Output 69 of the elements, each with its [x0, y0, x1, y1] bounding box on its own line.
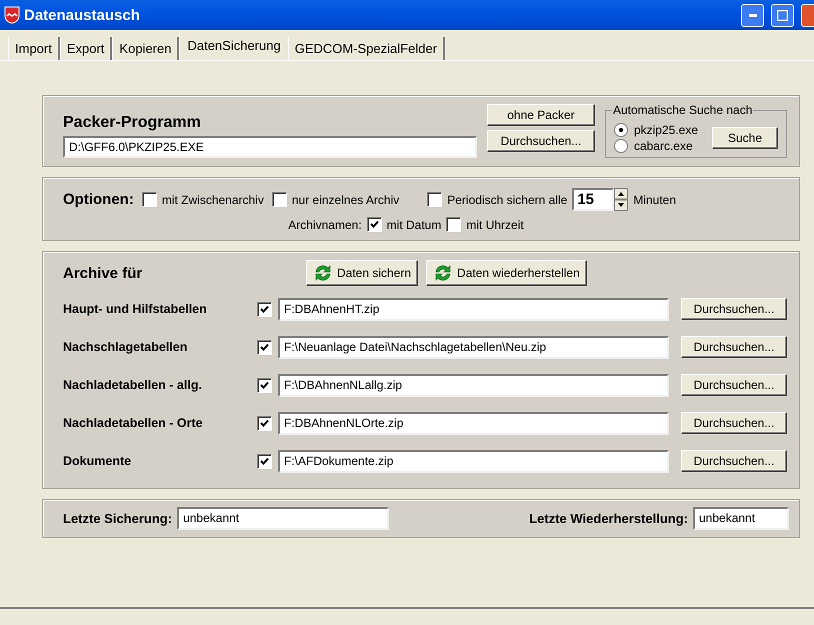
browse-button[interactable]: Durchsuchen...: [681, 374, 787, 396]
checkbox[interactable]: [257, 454, 272, 468]
browse-button[interactable]: Durchsuchen...: [681, 450, 787, 472]
archive-path-field[interactable]: F:\DBAhnenNLallg.zip: [278, 374, 669, 396]
browse-button[interactable]: Durchsuchen...: [681, 336, 787, 358]
refresh-icon: [313, 264, 333, 282]
checkmark-icon: [260, 380, 269, 390]
action-button[interactable]: Daten wiederherstellen: [426, 260, 587, 286]
group-label: Automatische Suche nach: [612, 103, 754, 117]
tab[interactable]: GEDCOM-SpezialFelder: [288, 37, 446, 60]
status-label: Letzte Sicherung:: [63, 511, 172, 526]
unit-label: Minuten: [633, 192, 676, 206]
options-label: Optionen:: [63, 191, 134, 208]
tab[interactable]: Import: [8, 37, 60, 60]
minimize-button[interactable]: [741, 4, 764, 26]
checkmark-icon: [370, 220, 379, 229]
checkbox[interactable]: [427, 192, 442, 207]
packer-button[interactable]: Durchsuchen...: [486, 130, 595, 152]
checkbox[interactable]: [257, 378, 272, 392]
minimize-icon: [748, 14, 756, 16]
checkbox[interactable]: [257, 302, 272, 316]
checkbox[interactable]: [366, 217, 382, 232]
search-button[interactable]: Suche: [712, 127, 778, 149]
checkbox[interactable]: [257, 416, 272, 430]
radio-button[interactable]: [614, 139, 628, 153]
packer-path-field[interactable]: D:\GFF6.0\PKZIP25.EXE: [63, 136, 477, 158]
section-title: Packer-Programm: [63, 114, 202, 132]
checkbox-label: Periodisch sichern alle: [447, 192, 568, 206]
action-button[interactable]: Daten sichern: [306, 260, 418, 286]
interval-field[interactable]: 15: [572, 188, 614, 211]
archive-path-field[interactable]: F:DBAhnenNLOrte.zip: [278, 412, 669, 434]
checkbox[interactable]: [272, 192, 287, 207]
browse-button[interactable]: Durchsuchen...: [681, 298, 787, 320]
archive-label: Nachschlagetabellen: [63, 340, 188, 354]
checkmark-icon: [260, 304, 269, 314]
status-label: Letzte Wiederherstellung:: [529, 511, 688, 526]
browse-button[interactable]: Durchsuchen...: [681, 412, 787, 434]
checkmark-icon: [260, 342, 269, 352]
tab[interactable]: Export: [60, 37, 112, 60]
shield-icon: [4, 6, 20, 24]
archive-path-field[interactable]: F:\AFDokumente.zip: [278, 450, 669, 472]
maximize-button[interactable]: [771, 4, 794, 26]
refresh-icon: [433, 264, 454, 282]
archive-label: Dokumente: [63, 454, 132, 468]
checkbox-label: mit Datum: [386, 218, 442, 232]
archive-label: Nachladetabellen - allg.: [63, 378, 203, 392]
radio-label: pkzip25.exe: [634, 123, 698, 137]
archive-path-field[interactable]: F:\Neuanlage Datei\Nachschlagetabellen\Neu.zip: [278, 336, 669, 358]
window-title: Datenaustausch: [24, 6, 141, 24]
checkmark-icon: [260, 456, 269, 466]
date-field[interactable]: unbekannt: [693, 507, 789, 530]
checkbox[interactable]: [446, 217, 462, 232]
checkbox[interactable]: [257, 340, 272, 354]
checkbox-label: mit Uhrzeit: [466, 218, 524, 232]
section-title: Archive für: [63, 264, 144, 282]
archive-names-label: Archivnamen:: [288, 218, 362, 232]
radio-label: cabarc.exe: [634, 139, 693, 153]
checkbox[interactable]: [142, 192, 157, 207]
spinner-arrows-icon[interactable]: [614, 188, 628, 211]
maximize-icon: [777, 10, 788, 20]
checkmark-icon: [260, 418, 269, 428]
archive-label: Haupt- und Hilfstabellen: [63, 302, 208, 316]
radio-button[interactable]: [614, 123, 628, 137]
date-field[interactable]: unbekannt: [177, 507, 390, 530]
archive-label: Nachladetabellen - Orte: [63, 416, 204, 430]
packer-button[interactable]: ohne Packer: [486, 104, 595, 126]
checkbox-label: mit Zwischenarchiv: [162, 192, 264, 206]
checkbox-label: nur einzelnes Archiv: [292, 192, 400, 206]
archive-path-field[interactable]: F:DBAhnenHT.zip: [278, 298, 669, 320]
